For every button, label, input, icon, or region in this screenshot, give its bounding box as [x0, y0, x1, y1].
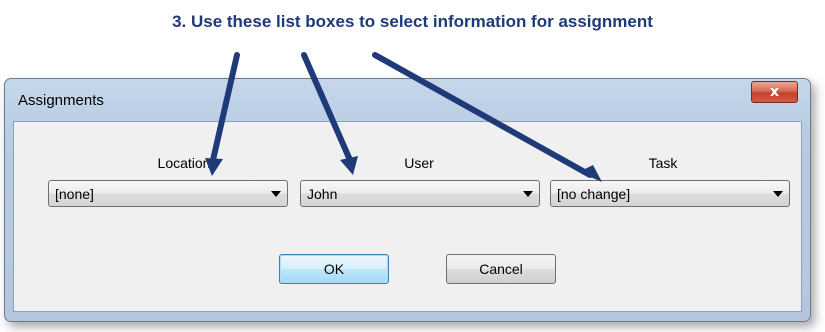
annotation-arrows — [205, 52, 602, 182]
arrow-to-user — [301, 52, 353, 163]
arrow-to-task — [372, 52, 593, 178]
arrowhead-location — [205, 158, 223, 176]
arrow-to-location — [210, 52, 240, 163]
arrowhead-user — [340, 156, 358, 175]
